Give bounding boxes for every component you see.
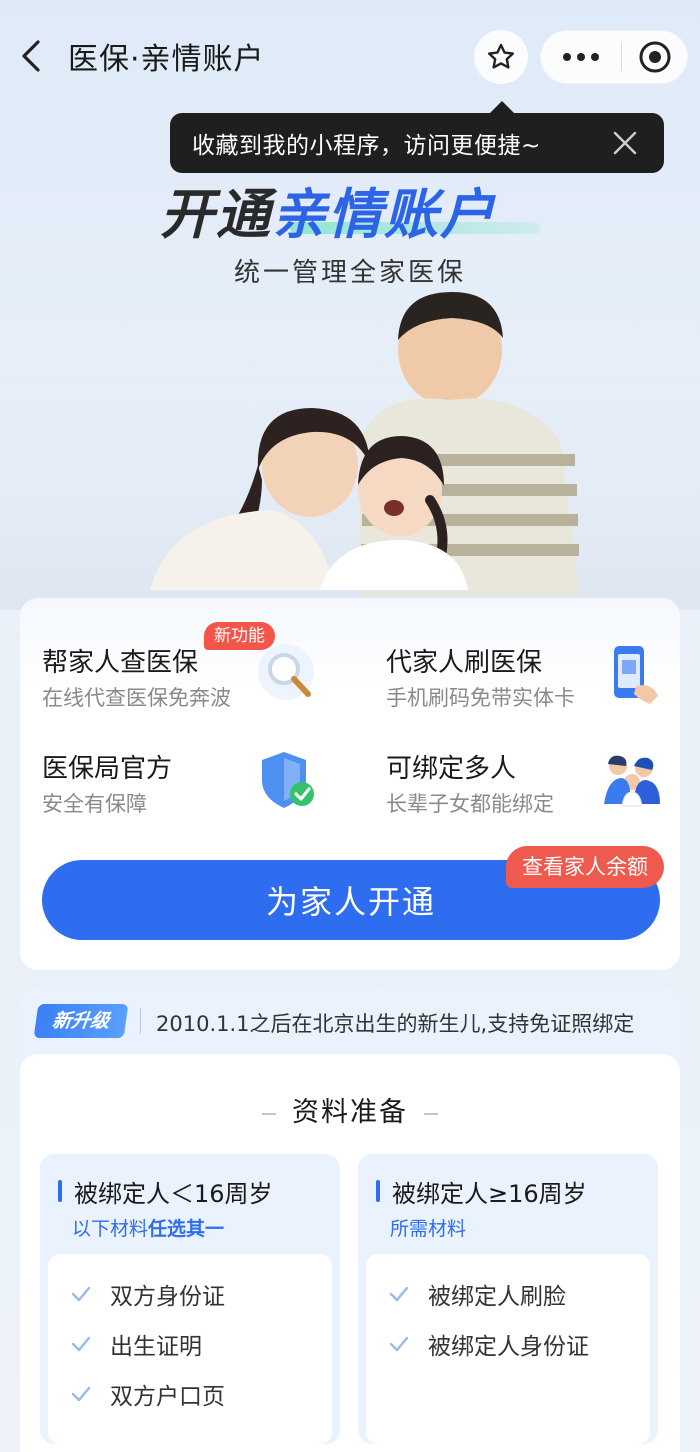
check-icon [71,1386,91,1402]
requirement-subtitle: 所需材料 [390,1218,467,1240]
upgrade-badge: 新升级 [33,1004,129,1038]
requirement-heading: 被绑定人＜16周岁 [58,1174,273,1209]
info-card: 新升级 2010.1.1之后在北京出生的新生儿,支持免证照绑定 资料准备 被绑定… [20,988,680,1452]
page-title: 医保·亲情账户 [68,42,265,77]
feature-subtitle: 长辈子女都能绑定 [386,792,554,816]
list-item: 被绑定人刷脸 [388,1274,566,1314]
list-item: 双方户口页 [70,1374,225,1414]
feature-title: 代家人刷医保 [386,648,543,678]
hero-title-part1: 开通 [160,183,272,246]
list-item: 出生证明 [70,1324,202,1364]
star-icon [488,43,514,69]
list-item-text: 被绑定人身份证 [428,1334,589,1360]
hero-title: 开通亲情账户 [160,170,496,249]
miniprogram-capsule [540,30,688,84]
requirement-subtitle-prefix: 以下材料 [72,1218,149,1240]
section-title: 资料准备 [20,1090,680,1129]
list-item-text: 被绑定人刷脸 [428,1284,566,1310]
favorite-button[interactable] [474,30,528,84]
list-item: 被绑定人身份证 [388,1324,589,1364]
feature-item-multi-bind[interactable]: 可绑定多人 长辈子女都能绑定 [364,704,684,816]
list-item: 双方身份证 [70,1274,225,1314]
close-miniprogram-button[interactable] [622,30,687,84]
upgrade-text: 2010.1.1之后在北京出生的新生儿,支持免证照绑定 [156,1012,635,1036]
close-icon[interactable] [612,130,638,156]
view-balance-tag[interactable]: 查看家人余额 [506,846,664,888]
feature-item-query[interactable]: 帮家人查医保 在线代查医保免奔波 新功能 [20,598,340,710]
under16-requirements: 被绑定人＜16周岁 以下材料任选其一 双方身份证 出生证明 双方户口页 [40,1154,340,1444]
check-icon [71,1336,91,1352]
feature-item-official[interactable]: 医保局官方 安全有保障 [20,704,340,816]
check-icon [389,1286,409,1302]
upgrade-notice: 新升级 2010.1.1之后在北京出生的新生儿,支持免证照绑定 [20,988,680,1054]
list-item-text: 双方户口页 [110,1384,225,1410]
requirement-heading: 被绑定人≥16周岁 [376,1174,587,1209]
more-dots-icon [563,53,599,61]
requirement-subtitle-emphasis: 任选其一 [148,1218,225,1240]
materials-section: 资料准备 被绑定人＜16周岁 以下材料任选其一 双方身份证 出生证明 双方户口页 [20,1054,680,1452]
hero-title-part2: 亲情账户 [272,183,496,246]
check-icon [389,1336,409,1352]
family-icon [600,748,664,812]
feature-card: 帮家人查医保 在线代查医保免奔波 新功能 代家人刷医保 手机刷码免带实体卡 医保… [20,598,680,970]
over16-requirements: 被绑定人≥16周岁 所需材料 被绑定人刷脸 被绑定人身份证 [358,1154,658,1444]
phone-qr-icon [600,642,664,706]
target-circle-icon [639,41,670,73]
list-item-text: 出生证明 [110,1334,202,1360]
hero-subtitle: 统一管理全家医保 [233,258,466,288]
check-icon [71,1286,91,1302]
feature-title: 帮家人查医保 [42,648,199,678]
section-title-text: 资料准备 [292,1097,408,1128]
family-photo [0,290,700,610]
favorite-tooltip: 收藏到我的小程序，访问更便捷~ [170,101,664,173]
requirement-list: 被绑定人刷脸 被绑定人身份证 [366,1254,650,1444]
tooltip-text: 收藏到我的小程序，访问更便捷~ [192,133,541,159]
requirement-subtitle: 以下材料任选其一 [72,1214,224,1241]
shield-check-icon [256,748,320,812]
magnifier-icon [256,642,320,706]
requirement-list: 双方身份证 出生证明 双方户口页 [48,1254,332,1444]
nav-bar: 医保·亲情账户 [0,0,700,112]
feature-item-pay[interactable]: 代家人刷医保 手机刷码免带实体卡 [364,598,684,710]
divider [140,1008,141,1034]
feature-title: 医保局官方 [42,754,173,784]
feature-subtitle: 安全有保障 [42,792,147,816]
more-button[interactable] [541,30,621,84]
list-item-text: 双方身份证 [110,1284,225,1310]
back-icon[interactable] [14,36,50,76]
feature-title: 可绑定多人 [386,754,517,784]
